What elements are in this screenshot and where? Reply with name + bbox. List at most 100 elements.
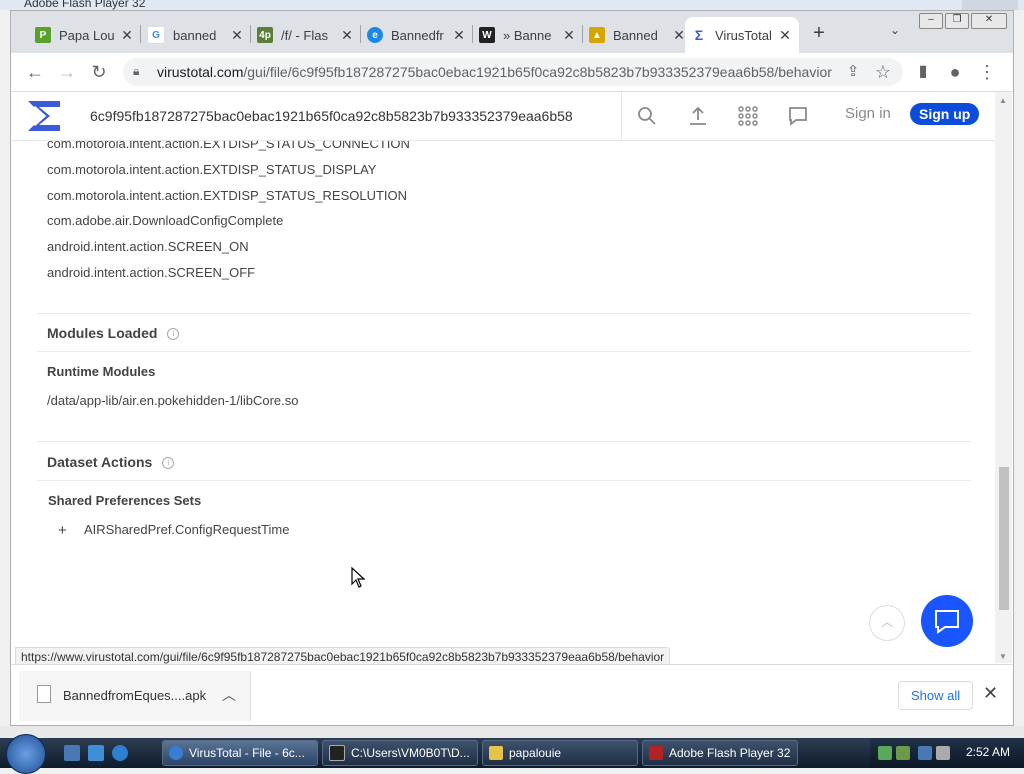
chat-button[interactable] xyxy=(921,595,973,647)
taskbar-item-folder[interactable]: papalouie xyxy=(482,740,638,766)
shared-preferences-heading: Shared Preferences Sets xyxy=(48,493,202,508)
task-label: Adobe Flash Player 32 xyxy=(669,746,791,760)
edge-icon: e xyxy=(367,27,383,43)
search-icon[interactable] xyxy=(635,104,659,128)
download-item[interactable]: BannedfromEques....apk ︿ xyxy=(19,671,251,721)
flash-player-title-bar: Adobe Flash Player 32 xyxy=(0,0,1024,10)
internet-explorer-icon[interactable] xyxy=(112,745,128,761)
url-domain: virustotal.com xyxy=(157,64,244,80)
desktop-background xyxy=(0,726,1024,738)
intent-item: com.motorola.intent.action.EXTDISP_STATU… xyxy=(47,188,408,203)
flash-window-controls[interactable] xyxy=(962,0,1018,10)
task-label: VirusTotal - File - 6c... xyxy=(189,746,305,760)
scroll-down-arrow[interactable]: ▼ xyxy=(999,652,1007,661)
close-icon[interactable]: ✕ xyxy=(451,27,467,44)
url-path: /gui/file/6c9f95fb187287275bac0ebac1921b… xyxy=(243,64,832,80)
runtime-modules-heading: Runtime Modules xyxy=(47,364,156,379)
close-icon[interactable]: ✕ xyxy=(983,684,998,702)
virustotal-logo[interactable] xyxy=(25,98,63,134)
network-icon[interactable] xyxy=(878,746,892,760)
show-desktop-icon[interactable] xyxy=(64,745,80,761)
tab-4chan[interactable]: 4p /f/ - Flas ✕ xyxy=(251,17,361,53)
file-icon xyxy=(37,685,51,703)
share-icon[interactable]: ⇪ xyxy=(843,62,863,82)
close-window-button[interactable]: ✕ xyxy=(971,13,1007,29)
tab-banned[interactable]: ▲ Banned ✕ xyxy=(583,17,693,53)
switch-windows-icon[interactable] xyxy=(88,745,104,761)
taskbar-item-chrome[interactable]: VirusTotal - File - 6c... xyxy=(162,740,318,766)
clock[interactable]: 2:52 AM xyxy=(966,745,1010,759)
scroll-up-arrow[interactable]: ▲ xyxy=(999,96,1007,105)
dataset-actions-heading: Dataset Actions i xyxy=(47,454,175,470)
tray-app-icon[interactable] xyxy=(896,746,910,760)
monitor-icon[interactable] xyxy=(918,746,932,760)
chevron-up-icon[interactable]: ︿ xyxy=(222,685,236,705)
url-text[interactable]: virustotal.com/gui/file/6c9f95fb18728727… xyxy=(157,64,832,80)
minimize-button[interactable]: – xyxy=(919,13,943,29)
reload-icon[interactable]: ↻ xyxy=(89,62,109,82)
tab-label: Banned xyxy=(613,27,658,43)
close-icon[interactable]: ✕ xyxy=(561,27,577,44)
7zip-icon xyxy=(329,745,345,761)
tab-banne[interactable]: W » Banne ✕ xyxy=(473,17,583,53)
scroll-to-top-button[interactable]: ︿ xyxy=(869,605,905,641)
show-all-button[interactable]: Show all xyxy=(898,681,974,710)
start-button[interactable] xyxy=(6,734,46,774)
module-path: /data/app-lib/air.en.pokehidden-1/libCor… xyxy=(47,393,299,408)
shared-pref-item: AIRSharedPref.ConfigRequestTime xyxy=(84,522,290,537)
4chan-icon: 4p xyxy=(257,27,273,43)
papa-louie-icon: P xyxy=(35,27,51,43)
tab-label: » Banne xyxy=(503,27,552,43)
maximize-button[interactable]: ❐ xyxy=(945,13,969,29)
back-icon[interactable]: ← xyxy=(25,62,45,82)
menu-icon[interactable]: ⋮ xyxy=(977,62,997,82)
close-icon[interactable]: ✕ xyxy=(777,27,793,44)
behavior-content: com.motorola.intent.action.EXTDISP_STATU… xyxy=(11,141,995,661)
tab-papa-louie[interactable]: P Papa Lou ✕ xyxy=(29,17,141,53)
volume-muted-icon[interactable] xyxy=(936,746,950,760)
sign-up-button[interactable]: Sign up xyxy=(910,103,980,125)
address-bar[interactable]: 🔒︎ virustotal.com/gui/file/6c9f95fb18728… xyxy=(123,58,903,86)
download-shelf: BannedfromEques....apk ︿ Show all ✕ xyxy=(11,664,1013,725)
tab-bannedfr[interactable]: e Bannedfr ✕ xyxy=(361,17,473,53)
chevron-down-icon[interactable]: ⌄ xyxy=(887,23,903,39)
info-icon[interactable]: i xyxy=(162,457,175,470)
star-icon[interactable]: ☆ xyxy=(873,62,893,82)
intent-item: android.intent.action.SCREEN_ON xyxy=(47,239,249,254)
info-icon[interactable]: i xyxy=(167,328,180,341)
chat-bubble-icon[interactable] xyxy=(786,104,810,128)
tab-google-search[interactable]: G banned ✕ xyxy=(141,17,251,53)
taskbar-item-7zip[interactable]: C:\Users\VM0B0T\D... xyxy=(322,740,478,766)
flash-icon xyxy=(649,746,663,760)
tab-virustotal[interactable]: Σ VirusTotal ✕ xyxy=(685,17,799,53)
scroll-thumb[interactable] xyxy=(999,467,1009,610)
forward-icon[interactable]: → xyxy=(57,62,77,82)
browser-toolbar: ← → ↻ 🔒︎ virustotal.com/gui/file/6c9f95f… xyxy=(11,53,1013,92)
virustotal-icon: Σ xyxy=(691,27,707,43)
system-tray: 2:52 AM xyxy=(870,738,1024,768)
sidepanel-icon[interactable]: ▮ xyxy=(913,62,933,82)
close-icon[interactable]: ✕ xyxy=(119,27,135,44)
tab-label: Papa Lou xyxy=(59,27,115,43)
flash-window-title: Adobe Flash Player 32 xyxy=(24,0,146,10)
close-icon[interactable]: ✕ xyxy=(339,27,355,44)
google-icon: G xyxy=(147,26,165,44)
apps-grid-icon[interactable] xyxy=(736,104,760,128)
lock-icon[interactable]: 🔒︎ xyxy=(133,64,139,79)
intent-item: com.adobe.air.DownloadConfigComplete xyxy=(47,213,284,228)
new-tab-button[interactable]: + xyxy=(809,23,829,43)
page-scrollbar[interactable]: ▲ ▼ xyxy=(995,92,1012,663)
taskbar-item-flash[interactable]: Adobe Flash Player 32 xyxy=(642,740,798,766)
sign-in-link[interactable]: Sign in xyxy=(845,105,891,122)
mouse-cursor-icon xyxy=(351,567,366,588)
virustotal-header: 6c9f95fb187287275bac0ebac1921b65f0ca92c8… xyxy=(11,92,995,141)
tab-strip: P Papa Lou ✕ G banned ✕ 4p /f/ - Flas ✕ … xyxy=(11,11,1013,53)
close-icon[interactable]: ✕ xyxy=(229,27,245,44)
task-label: C:\Users\VM0B0T\D... xyxy=(351,746,470,760)
chat-icon xyxy=(935,610,959,634)
expand-icon[interactable]: + xyxy=(58,522,67,539)
profile-icon[interactable]: ● xyxy=(945,62,965,82)
search-input[interactable]: 6c9f95fb187287275bac0ebac1921b65f0ca92c8… xyxy=(90,108,573,124)
upload-icon[interactable] xyxy=(686,104,710,128)
tab-label: Bannedfr xyxy=(391,27,444,43)
